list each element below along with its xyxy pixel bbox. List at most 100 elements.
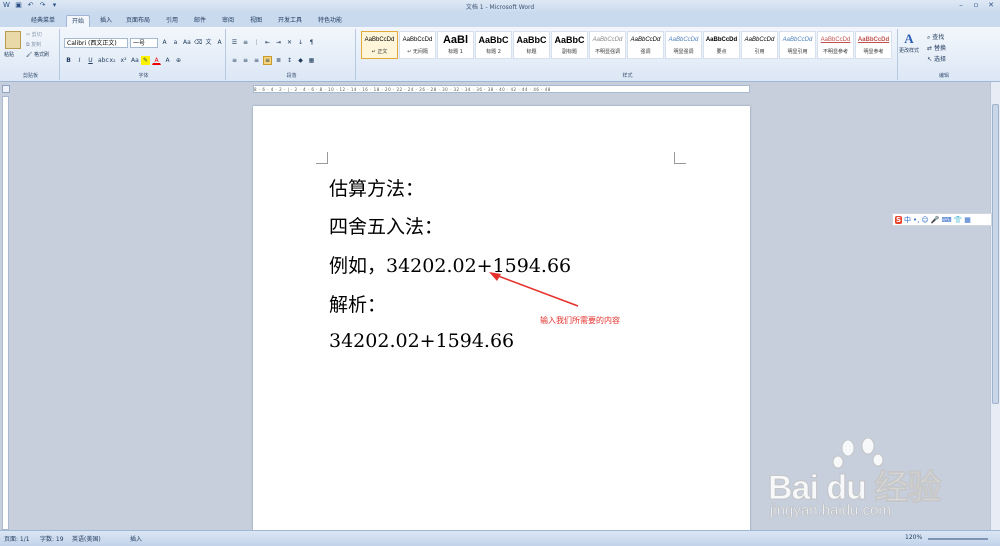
- ime-mode[interactable]: 中: [904, 215, 911, 225]
- change-styles-button[interactable]: [891, 31, 892, 32]
- paragraph-row-1: ☰ ≡ ⋮ ⇤ ⇥ ✕ ↓ ¶: [230, 38, 316, 47]
- style-subtle-reference[interactable]: AaBbCcDd 不明显参考: [817, 31, 854, 59]
- punctuation-icon[interactable]: •,: [913, 216, 919, 224]
- char-shading-icon[interactable]: A: [163, 56, 172, 65]
- change-case-icon[interactable]: Aa: [182, 38, 191, 47]
- style-subtitle[interactable]: AaBbC 副标题: [551, 31, 588, 59]
- style-strong[interactable]: AaBbCcDd 要点: [703, 31, 740, 59]
- distributed-icon[interactable]: ≣: [274, 56, 283, 65]
- vertical-scrollbar[interactable]: [990, 82, 1000, 530]
- style-title[interactable]: AaBbC 标题: [513, 31, 550, 59]
- shading-icon[interactable]: ◆: [296, 56, 305, 65]
- tab-review[interactable]: 审阅: [217, 15, 239, 27]
- tab-insert[interactable]: 插入: [95, 15, 117, 27]
- document-page[interactable]: 估算方法： 四舍五入法： 例如，34202.02+1594.66 解析： 342…: [253, 106, 750, 536]
- horizontal-ruler[interactable]: 8 · 6 · 4 · 2 · | · 2 · 4 · 6 · 8 · 10 ·…: [253, 85, 750, 93]
- clipboard-label: 剪贴板: [22, 73, 38, 79]
- maximize-icon[interactable]: ▫: [969, 1, 983, 10]
- tab-home[interactable]: 开始: [66, 15, 91, 27]
- superscript-icon[interactable]: x²: [119, 56, 128, 65]
- scrollbar-thumb[interactable]: [992, 104, 999, 404]
- font-color-icon[interactable]: A: [152, 56, 161, 65]
- enclose-char-icon[interactable]: ⊕: [174, 56, 183, 65]
- tab-view[interactable]: 视图: [245, 15, 267, 27]
- select-button[interactable]: ↖ 选择: [927, 54, 946, 63]
- align-right-icon[interactable]: ≡: [252, 56, 261, 65]
- skin-icon[interactable]: 👕: [954, 216, 963, 224]
- decrease-indent-icon[interactable]: ⇤: [263, 38, 272, 47]
- tab-references[interactable]: 引用: [161, 15, 183, 27]
- align-left-icon[interactable]: ≡: [230, 56, 239, 65]
- paste-button[interactable]: 粘贴: [4, 51, 14, 58]
- increase-indent-icon[interactable]: ⇥: [274, 38, 283, 47]
- bullets-icon[interactable]: ☰: [230, 38, 239, 47]
- editing-group: ⌕ 查找 ⇄ 替换 ↖ 选择 编辑: [924, 29, 964, 80]
- change-styles-icon: A: [904, 31, 914, 46]
- highlight-icon[interactable]: ✎: [141, 56, 150, 65]
- keyboard-icon[interactable]: ⌨: [941, 216, 951, 224]
- close-icon[interactable]: ✕: [984, 1, 998, 10]
- tab-classic-menu[interactable]: 经典菜单: [26, 15, 60, 27]
- style-no-spacing[interactable]: AaBbCcDd ↵ 无间隔: [399, 31, 436, 59]
- tools-icon[interactable]: ▦: [964, 216, 971, 224]
- char-border-icon[interactable]: A: [215, 38, 224, 47]
- word-count[interactable]: 字数: 19: [40, 534, 64, 543]
- chinese-layout-icon[interactable]: ✕: [285, 38, 294, 47]
- vertical-ruler[interactable]: [2, 96, 9, 530]
- paragraph-group: ☰ ≡ ⋮ ⇤ ⇥ ✕ ↓ ¶ ≡ ≡ ≡ ≡ ≣ ↕ ◆ ▦ 段落: [228, 29, 356, 80]
- emoji-icon[interactable]: ☺: [921, 216, 928, 224]
- shrink-font-icon[interactable]: a: [171, 38, 180, 47]
- format-painter-button[interactable]: 🖌 格式刷: [26, 51, 49, 58]
- style-intense-reference[interactable]: AaBbCcDd 明显参考: [855, 31, 892, 59]
- language-indicator[interactable]: 英语(美国): [72, 534, 101, 543]
- tab-features[interactable]: 特色功能: [313, 15, 347, 27]
- clear-format-icon[interactable]: ⌫: [193, 38, 202, 47]
- sort-icon[interactable]: ↓: [296, 38, 305, 47]
- multilevel-list-icon[interactable]: ⋮: [252, 38, 261, 47]
- clipboard-group: 粘贴 ✂ 剪切 ⧉ 复制 🖌 格式刷 剪贴板: [2, 29, 60, 80]
- grow-font-icon[interactable]: A: [160, 38, 169, 47]
- font-size-select[interactable]: 一号: [130, 38, 158, 48]
- style-intense-quote[interactable]: AaBbCcDd 明显引用: [779, 31, 816, 59]
- subscript-icon[interactable]: x₂: [108, 56, 117, 65]
- voice-icon[interactable]: 🎤: [931, 216, 940, 224]
- line-spacing-icon[interactable]: ↕: [285, 56, 294, 65]
- numbering-icon[interactable]: ≡: [241, 38, 250, 47]
- style-normal[interactable]: AaBbCcDd ↵ 正文: [361, 31, 398, 59]
- align-center-icon[interactable]: ≡: [241, 56, 250, 65]
- ime-toolbar[interactable]: S 中 •, ☺ 🎤 ⌨ 👕 ▦: [892, 213, 992, 226]
- strikethrough-icon[interactable]: abc: [97, 56, 109, 65]
- italic-icon[interactable]: I: [75, 56, 84, 65]
- zoom-slider[interactable]: [928, 538, 988, 540]
- style-quote[interactable]: AaBbCcDd 引用: [741, 31, 778, 59]
- ribbon-tabs: 经典菜单 开始 插入 页面布局 引用 邮件 审阅 视图 开发工具 特色功能: [0, 13, 1000, 27]
- font-name-select[interactable]: Calibri (西文正文): [64, 38, 128, 48]
- tab-developer[interactable]: 开发工具: [273, 15, 307, 27]
- copy-button[interactable]: ⧉ 复制: [26, 41, 41, 48]
- text-effects-icon[interactable]: Aa: [130, 56, 139, 65]
- style-heading-2[interactable]: AaBbC 标题 2: [475, 31, 512, 59]
- show-marks-icon[interactable]: ¶: [307, 38, 316, 47]
- replace-button[interactable]: ⇄ 替换: [927, 43, 946, 52]
- page-count[interactable]: 页面: 1/1: [4, 534, 30, 543]
- style-subtle-emphasis[interactable]: AaBbCcDd 不明显强调: [589, 31, 626, 59]
- find-button[interactable]: ⌕ 查找: [927, 32, 944, 42]
- bold-icon[interactable]: B: [64, 56, 73, 65]
- zoom-level[interactable]: 120%: [905, 534, 922, 541]
- minimize-icon[interactable]: –: [954, 1, 968, 10]
- tab-page-layout[interactable]: 页面布局: [121, 15, 155, 27]
- tab-mailings[interactable]: 邮件: [189, 15, 211, 27]
- style-emphasis[interactable]: AaBbCcDd 强调: [627, 31, 664, 59]
- change-styles-button-visual[interactable]: A 更改样式: [896, 31, 922, 54]
- style-heading-1[interactable]: AaBl 标题 1: [437, 31, 474, 59]
- borders-icon[interactable]: ▦: [307, 56, 316, 65]
- insert-mode[interactable]: 插入: [130, 534, 142, 543]
- phonetic-icon[interactable]: 文: [204, 38, 213, 47]
- underline-icon[interactable]: U: [86, 56, 95, 65]
- ruler-toggle-button[interactable]: [2, 85, 10, 93]
- cut-button[interactable]: ✂ 剪切: [26, 31, 42, 38]
- justify-icon[interactable]: ≡: [263, 56, 272, 65]
- style-intense-emphasis[interactable]: AaBbCcDd 明显强调: [665, 31, 702, 59]
- paste-icon[interactable]: [5, 31, 21, 49]
- status-bar: 页面: 1/1 字数: 19 英语(美国) 插入 120%: [0, 530, 1000, 546]
